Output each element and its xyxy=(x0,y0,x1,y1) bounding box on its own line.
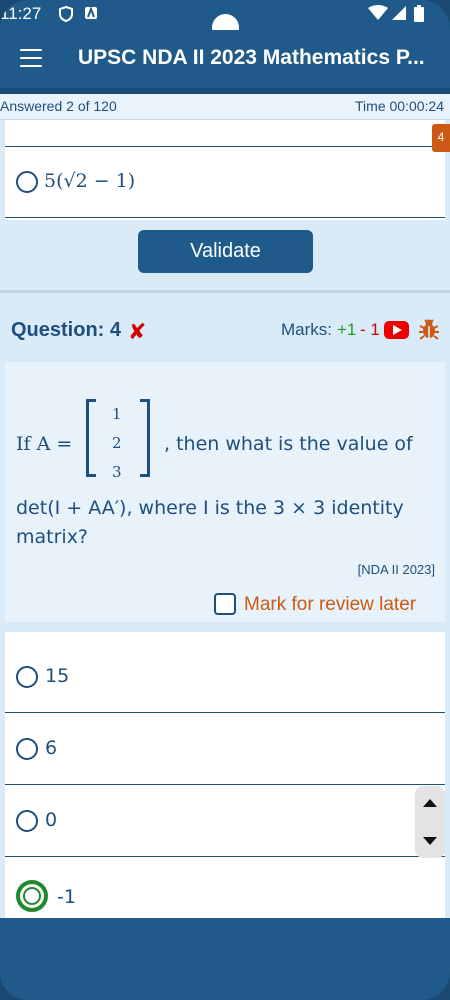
divider xyxy=(5,712,445,713)
quiz-timer: Time 00:00:24 xyxy=(355,98,444,114)
option-label[interactable]: 6 xyxy=(45,737,57,759)
bottom-bar xyxy=(0,918,450,1000)
divider xyxy=(5,784,445,785)
scroll-up-icon[interactable] xyxy=(423,799,437,807)
scroll-controls xyxy=(415,786,445,858)
option-label[interactable]: -1 xyxy=(57,886,76,908)
youtube-play-icon[interactable] xyxy=(384,321,409,339)
question-header: Question: 4 ✘ Marks: +1 - 1 xyxy=(0,293,450,357)
previous-question-options: 5(√2 − 1) xyxy=(5,120,445,220)
matrix-element: 1 xyxy=(112,405,122,423)
matrix-right-bracket xyxy=(140,399,150,477)
marks-label: Marks: xyxy=(281,320,332,339)
review-label[interactable]: Mark for review later xyxy=(244,594,416,616)
wifi-icon xyxy=(368,5,388,24)
matrix-element: 2 xyxy=(112,434,122,452)
signal-icon xyxy=(392,5,406,24)
marks-negative: - 1 xyxy=(360,320,380,339)
hamburger-menu-icon[interactable] xyxy=(20,49,42,67)
answered-count: Answered 2 of 120 xyxy=(0,98,117,114)
option-label[interactable]: 15 xyxy=(45,665,69,687)
question-text-suffix: , then what is the value of xyxy=(164,433,413,455)
app-bar: UPSC NDA II 2023 Mathematics P... xyxy=(0,30,450,88)
question-text-prefix: If A = xyxy=(16,433,73,455)
option-radio[interactable] xyxy=(16,810,38,832)
review-checkbox[interactable] xyxy=(214,593,236,615)
question-text-line: det(I + AA′), where I is the 3 × 3 ident… xyxy=(16,497,404,519)
option-radio[interactable] xyxy=(16,738,38,760)
option-radio[interactable] xyxy=(16,666,38,688)
option-radio-selected-correct[interactable] xyxy=(16,880,48,912)
cross-mark-icon: ✘ xyxy=(128,319,147,344)
answer-options: 15 6 0 -1 xyxy=(5,632,445,918)
validate-button[interactable]: Validate xyxy=(138,230,313,273)
quiz-progress-bar: Answered 2 of 120 Time 00:00:24 xyxy=(0,94,450,120)
status-time: 11:27 xyxy=(0,4,42,23)
page-badge[interactable]: 4 xyxy=(432,124,450,152)
question-number: Question: 4 xyxy=(11,319,122,341)
question-source: [NDA II 2023] xyxy=(357,562,435,577)
divider xyxy=(5,856,445,857)
matrix-element: 3 xyxy=(112,463,122,481)
divider xyxy=(5,217,445,218)
marks-positive: +1 xyxy=(337,320,357,339)
app-title: UPSC NDA II 2023 Mathematics P... xyxy=(78,46,425,69)
matrix-left-bracket xyxy=(86,399,96,477)
bug-icon[interactable] xyxy=(418,317,440,341)
question-card: If A = 1 2 3 , then what is the value of… xyxy=(5,362,445,622)
status-bar: 11:27 xyxy=(0,0,450,41)
option-radio[interactable] xyxy=(16,171,38,193)
quiz-content[interactable]: 5(√2 − 1) 4 Validate Question: 4 ✘ Marks… xyxy=(0,120,450,918)
scroll-down-icon[interactable] xyxy=(423,837,437,845)
option-label: 5(√2 − 1) xyxy=(44,170,136,192)
shield-icon xyxy=(58,5,74,25)
app-notification-icon xyxy=(84,6,98,23)
battery-icon xyxy=(414,5,424,25)
divider xyxy=(5,146,445,147)
question-text-line: matrix? xyxy=(16,526,89,548)
phone-frame: 11:27 UPSC NDA II 2023 Mathematics P... … xyxy=(0,0,450,1000)
option-label[interactable]: 0 xyxy=(45,809,57,831)
